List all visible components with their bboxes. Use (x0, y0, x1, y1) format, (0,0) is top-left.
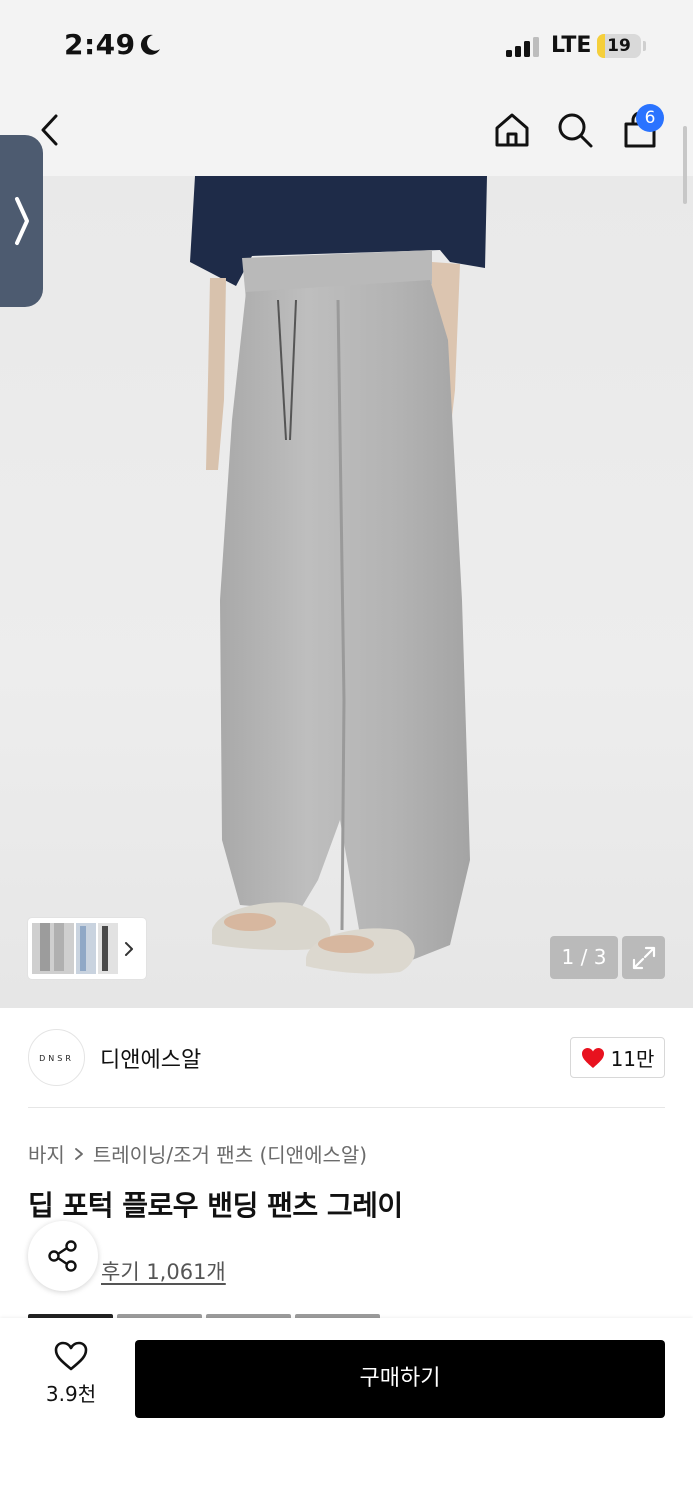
image-thumbnail-strip[interactable] (28, 918, 146, 979)
expand-button[interactable] (622, 936, 665, 979)
search-button[interactable] (551, 106, 599, 154)
breadcrumb-item-subcategory[interactable]: 트레이닝/조거 팬츠 (디앤에스알) (93, 1139, 367, 1168)
scrollbar[interactable] (683, 126, 687, 204)
brand-like-button[interactable]: 11만 (570, 1037, 665, 1078)
wishlist-count: 3.9천 (45, 1382, 97, 1406)
brand-like-count: 11만 (610, 1047, 655, 1071)
divider (28, 1107, 665, 1108)
home-button[interactable] (488, 106, 536, 154)
expand-icon (632, 946, 655, 969)
wishlist-button[interactable]: 3.9천 (38, 1340, 104, 1420)
battery-level: 19 (607, 36, 631, 56)
battery-nub (643, 41, 646, 51)
review-link[interactable]: 후기 1,061개 (101, 1256, 226, 1286)
moon-icon (140, 34, 160, 55)
thumbnail-images (32, 923, 133, 974)
status-time: 2:49 (64, 28, 136, 61)
heart-outline-icon (54, 1341, 88, 1371)
breadcrumb: 바지 트레이닝/조거 팬츠 (디앤에스알) (28, 1139, 367, 1168)
chevron-left-icon (41, 114, 58, 146)
chevron-right-icon (14, 197, 29, 245)
network-label: LTE (551, 33, 592, 58)
share-button[interactable] (28, 1221, 98, 1291)
product-title: 딥 포턱 플로우 밴딩 팬츠 그레이 (28, 1189, 403, 1222)
brand-logo[interactable]: DNSR (28, 1029, 85, 1086)
product-photo (190, 176, 487, 974)
product-image[interactable] (0, 176, 693, 1008)
chevron-right-small-icon (74, 1147, 83, 1160)
share-icon (48, 1240, 77, 1272)
search-icon (558, 113, 593, 148)
heart-filled-icon (581, 1047, 604, 1068)
buy-button[interactable]: 구매하기 (135, 1340, 665, 1418)
battery-indicator: 19 (597, 34, 641, 58)
side-panel-toggle[interactable] (0, 135, 43, 307)
brand-name[interactable]: 디앤에스알 (100, 1042, 201, 1074)
image-counter: 1 / 3 (550, 936, 618, 979)
home-icon (495, 113, 529, 147)
top-navigation (0, 92, 693, 176)
cellular-signal-icon (506, 37, 539, 57)
breadcrumb-item-category[interactable]: 바지 (28, 1139, 65, 1168)
cart-count-badge: 6 (636, 104, 664, 132)
status-bar: 2:49 LTE 19 (0, 0, 693, 92)
